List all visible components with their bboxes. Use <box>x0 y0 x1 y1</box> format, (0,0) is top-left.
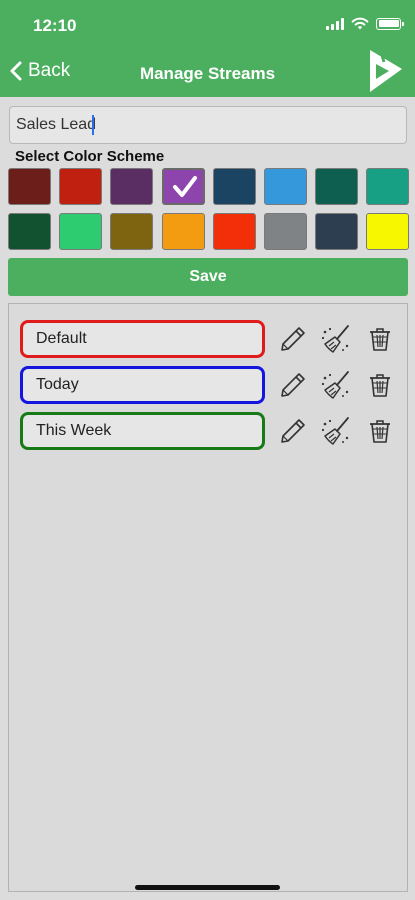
color-swatch[interactable] <box>212 168 256 205</box>
stream-name[interactable]: This Week <box>20 412 265 450</box>
color-swatch[interactable] <box>263 213 307 250</box>
page-title: Manage Streams <box>139 64 276 83</box>
pencil-icon[interactable] <box>280 326 306 352</box>
color-swatch[interactable] <box>315 168 359 205</box>
color-swatch[interactable] <box>263 168 307 205</box>
list-item: Today <box>20 366 400 404</box>
status-icons <box>326 17 404 30</box>
color-swatch[interactable] <box>8 168 51 205</box>
brush-icon[interactable] <box>321 370 353 400</box>
list-item: This Week <box>20 412 400 450</box>
color-swatch[interactable] <box>212 213 256 250</box>
color-swatch[interactable] <box>8 213 51 250</box>
text-cursor <box>92 115 94 135</box>
color-swatch[interactable] <box>59 168 103 205</box>
color-swatch[interactable] <box>366 168 410 205</box>
stream-name[interactable]: Today <box>20 366 265 404</box>
streams-list: Default Today This Week <box>8 303 408 892</box>
color-swatch[interactable] <box>59 213 103 250</box>
stream-name[interactable]: Default <box>20 320 265 358</box>
trash-icon[interactable] <box>367 418 393 444</box>
home-indicator <box>135 885 280 890</box>
status-time: 12:10 <box>33 16 77 35</box>
color-swatch[interactable] <box>110 213 154 250</box>
list-item: Default <box>20 320 400 358</box>
stream-name-input[interactable] <box>9 106 407 144</box>
trash-icon[interactable] <box>367 372 393 398</box>
pencil-icon[interactable] <box>280 418 306 444</box>
color-swatch-grid <box>8 168 410 250</box>
color-swatch[interactable] <box>110 168 154 205</box>
brush-icon[interactable] <box>321 324 353 354</box>
color-swatch[interactable] <box>315 213 359 250</box>
color-swatch[interactable] <box>161 213 205 250</box>
color-scheme-label: Select Color Scheme <box>15 148 165 165</box>
color-swatch[interactable] <box>366 213 410 250</box>
brush-icon[interactable] <box>321 416 353 446</box>
color-swatch[interactable] <box>161 168 205 205</box>
battery-icon <box>376 17 404 30</box>
trash-icon[interactable] <box>367 326 393 352</box>
status-bar: 12:10 <box>0 0 415 50</box>
save-button[interactable]: Save <box>8 258 408 296</box>
pencil-icon[interactable] <box>280 372 306 398</box>
wifi-icon <box>351 17 369 30</box>
signal-icon <box>326 17 344 30</box>
check-icon <box>172 176 197 197</box>
app-logo-icon <box>370 50 402 92</box>
app-header: 12:10 Back Manage Streams <box>0 0 415 97</box>
